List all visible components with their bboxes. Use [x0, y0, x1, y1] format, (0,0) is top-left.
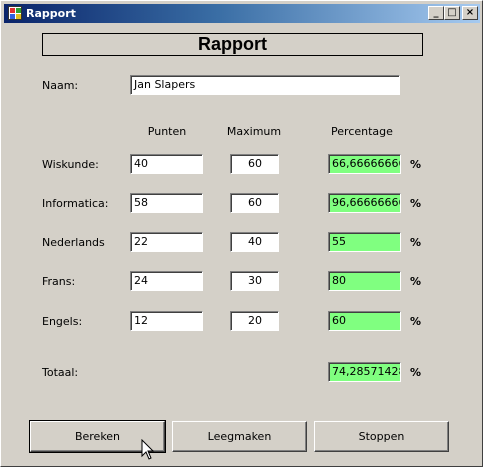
naam-input[interactable]: Jan Slapers	[130, 75, 400, 95]
punten-header: Punten	[147, 125, 187, 138]
leegmaken-button[interactable]: Leegmaken	[172, 421, 307, 452]
totaal-percent-sign: %	[410, 366, 422, 379]
minimize-icon[interactable]: _	[428, 6, 444, 20]
engels-label: Engels:	[42, 315, 83, 328]
report-heading: Rapport	[42, 33, 423, 56]
engels-percent-sign: %	[410, 315, 422, 328]
nederlands-percent-sign: %	[410, 236, 422, 249]
close-icon[interactable]: ×	[462, 6, 478, 20]
wiskunde-punten-input[interactable]: 40	[130, 154, 203, 174]
wiskunde-percentage-output: 66,6666666666	[328, 154, 401, 174]
stoppen-button[interactable]: Stoppen	[314, 421, 449, 452]
informatica-percent-sign: %	[410, 197, 422, 210]
nederlands-punten-input[interactable]: 22	[130, 232, 203, 252]
nederlands-maximum-input[interactable]: 40	[230, 232, 279, 252]
informatica-punten-input[interactable]: 58	[130, 193, 203, 213]
maximize-icon[interactable]: □	[444, 6, 460, 20]
informatica-label: Informatica:	[42, 197, 109, 210]
totaal-percentage-output: 74,2857142857	[328, 362, 401, 382]
app-icon	[8, 6, 22, 20]
engels-maximum-input[interactable]: 20	[230, 311, 279, 331]
maximum-header: Maximum	[226, 125, 282, 138]
wiskunde-maximum-input[interactable]: 60	[230, 154, 279, 174]
wiskunde-label: Wiskunde:	[42, 158, 99, 171]
frans-label: Frans:	[42, 275, 76, 288]
wiskunde-percent-sign: %	[410, 158, 422, 171]
naam-label: Naam:	[42, 79, 79, 92]
percentage-header: Percentage	[331, 125, 393, 138]
frans-punten-input[interactable]: 24	[130, 271, 203, 291]
informatica-percentage-output: 96,6666666666	[328, 193, 401, 213]
frans-percent-sign: %	[410, 275, 422, 288]
app-window: Rapport _ □ × Rapport Naam: Jan Slapers …	[0, 0, 483, 467]
engels-percentage-output: 60	[328, 311, 401, 331]
frans-maximum-input[interactable]: 30	[230, 271, 279, 291]
title-bar[interactable]: Rapport _ □ ×	[4, 4, 480, 23]
window-title: Rapport	[26, 7, 76, 20]
engels-punten-input[interactable]: 12	[130, 311, 203, 331]
nederlands-percentage-output: 55	[328, 232, 401, 252]
nederlands-label: Nederlands	[42, 236, 105, 249]
mouse-cursor-icon	[141, 439, 155, 460]
informatica-maximum-input[interactable]: 60	[230, 193, 279, 213]
frans-percentage-output: 80	[328, 271, 401, 291]
totaal-label: Totaal:	[42, 366, 79, 379]
